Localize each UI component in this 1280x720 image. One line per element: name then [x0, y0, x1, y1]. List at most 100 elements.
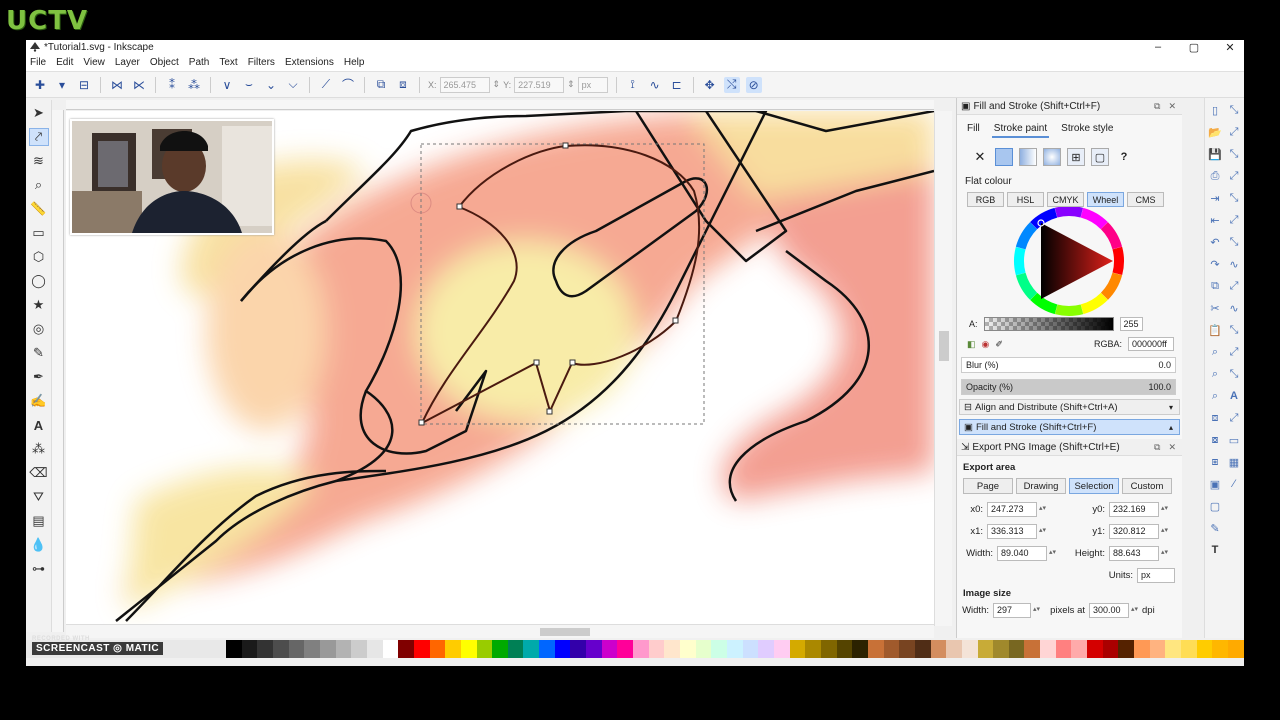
- menu-help[interactable]: Help: [344, 57, 365, 68]
- measure-tool-icon[interactable]: 📏: [29, 200, 49, 218]
- detach-icon[interactable]: ⧉: [1154, 101, 1160, 112]
- y-input[interactable]: 227.519: [514, 76, 565, 93]
- horizontal-scrollbar[interactable]: [66, 624, 934, 638]
- palette-swatch[interactable]: [413, 640, 430, 658]
- palette-swatch[interactable]: [319, 640, 336, 658]
- gradient-tool-icon[interactable]: ▤: [29, 512, 49, 530]
- show-outline-icon[interactable]: ∿: [647, 77, 663, 93]
- spin-icon[interactable]: ▴▾: [1033, 606, 1041, 613]
- detach-icon[interactable]: ⧉: [1154, 442, 1160, 453]
- connector-tool-icon[interactable]: ⊶: [29, 560, 49, 578]
- tweak-tool-icon[interactable]: ≋: [29, 152, 49, 170]
- ungroup-icon[interactable]: ▢: [1207, 498, 1223, 514]
- opacity-slider[interactable]: Opacity (%) 100.0: [961, 379, 1176, 395]
- palette-swatch[interactable]: [1055, 640, 1072, 658]
- insert-node-icon[interactable]: ✚: [32, 77, 48, 93]
- close-panel-icon[interactable]: ✕: [1168, 101, 1176, 112]
- mode-cmyk[interactable]: CMYK: [1047, 192, 1084, 207]
- snap-nodes-icon[interactable]: ⤡: [1226, 234, 1242, 250]
- mode-rgb[interactable]: RGB: [967, 192, 1004, 207]
- palette-swatch[interactable]: [899, 640, 915, 658]
- menu-view[interactable]: View: [83, 57, 105, 68]
- palette-swatch[interactable]: [1040, 640, 1056, 658]
- spin-icon[interactable]: ▴▾: [1161, 527, 1169, 534]
- group-icon[interactable]: ▣: [1207, 476, 1223, 492]
- palette-swatch[interactable]: [226, 640, 242, 658]
- mode-wheel[interactable]: Wheel: [1087, 192, 1124, 207]
- undo-icon[interactable]: ↶: [1207, 234, 1223, 250]
- zoom-page-icon[interactable]: ⌕: [1207, 388, 1223, 404]
- area-width-input[interactable]: 89.040: [997, 545, 1047, 561]
- copy-icon[interactable]: ⧉: [1207, 278, 1223, 294]
- palette-swatch[interactable]: [1212, 640, 1228, 658]
- symmetric-node-icon[interactable]: ⌄: [263, 77, 279, 93]
- unit-select[interactable]: px: [577, 76, 608, 93]
- snap-midpoint-icon[interactable]: ⤡: [1226, 190, 1242, 206]
- palette-swatch[interactable]: [695, 640, 712, 658]
- palette-swatch[interactable]: [570, 640, 587, 658]
- image-width-input[interactable]: 297: [993, 602, 1031, 618]
- swatch-icon[interactable]: ▢: [1091, 148, 1109, 166]
- join-nodes-icon[interactable]: ⋈: [109, 77, 125, 93]
- dropper-tool-icon[interactable]: 💧: [29, 536, 49, 554]
- palette-swatch[interactable]: [335, 640, 352, 658]
- linear-gradient-icon[interactable]: [1019, 148, 1037, 166]
- palette-swatch[interactable]: [914, 640, 931, 658]
- calligraphy-tool-icon[interactable]: ✍: [29, 392, 49, 410]
- export-drawing-button[interactable]: Drawing: [1016, 478, 1066, 494]
- palette-swatch[interactable]: [288, 640, 305, 658]
- zoom-tool-icon[interactable]: ⌕: [29, 176, 49, 194]
- object-to-path-icon[interactable]: ⧉: [373, 77, 389, 93]
- selector-tool-icon[interactable]: ➤: [29, 104, 49, 122]
- snap-line-mid-icon[interactable]: ⤢: [1226, 344, 1242, 360]
- palette-swatch[interactable]: [648, 640, 665, 658]
- break-path-icon[interactable]: ⋉: [131, 77, 147, 93]
- color-wheel[interactable]: [957, 206, 1183, 317]
- snap-edges-icon[interactable]: ⤡: [1226, 146, 1242, 162]
- snap-text-icon[interactable]: A: [1226, 388, 1242, 404]
- vertical-scrollbar[interactable]: [934, 111, 952, 626]
- close-panel-icon[interactable]: ✕: [1168, 442, 1176, 453]
- unlink-clone-icon[interactable]: ⧆: [1207, 454, 1223, 470]
- menu-file[interactable]: File: [30, 57, 46, 68]
- open-icon[interactable]: 📂: [1207, 124, 1223, 140]
- caret-up-icon[interactable]: ▴: [1169, 423, 1173, 432]
- palette-swatch[interactable]: [429, 640, 446, 658]
- ellipse-tool-icon[interactable]: ◯: [29, 272, 49, 290]
- palette-swatch[interactable]: [930, 640, 947, 658]
- pen-tool-icon[interactable]: ✒: [29, 368, 49, 386]
- palette-swatch[interactable]: [961, 640, 978, 658]
- spray-tool-icon[interactable]: ⁂: [29, 440, 49, 458]
- snap-bbox-icon[interactable]: ⤢: [1226, 124, 1242, 140]
- snap-corners-icon[interactable]: ⤢: [1226, 168, 1242, 184]
- snap-cusp-icon[interactable]: ∿: [1226, 300, 1242, 316]
- palette-swatch[interactable]: [680, 640, 696, 658]
- palette-swatch[interactable]: [1196, 640, 1213, 658]
- segment-line-icon[interactable]: ⟋: [318, 77, 334, 93]
- save-icon[interactable]: 💾: [1207, 146, 1223, 162]
- palette-swatch[interactable]: [523, 640, 540, 658]
- palette-swatch[interactable]: [773, 640, 790, 658]
- close-button[interactable]: ✕: [1222, 41, 1238, 54]
- text-font-icon[interactable]: T: [1207, 542, 1223, 558]
- palette-swatch[interactable]: [507, 640, 524, 658]
- alpha-input[interactable]: 255: [1119, 317, 1143, 331]
- spin-icon[interactable]: ▴▾: [1131, 606, 1139, 613]
- flat-color-icon[interactable]: [995, 148, 1013, 166]
- spin-icon[interactable]: ▴▾: [1039, 527, 1047, 534]
- x0-input[interactable]: 247.273: [987, 501, 1037, 517]
- palette-swatch[interactable]: [257, 640, 273, 658]
- palette-swatch[interactable]: [366, 640, 383, 658]
- color-wheel-graphic[interactable]: [957, 206, 1183, 317]
- menu-text[interactable]: Text: [219, 57, 237, 68]
- spin-icon[interactable]: ▴▾: [1161, 505, 1169, 512]
- zoom-selection-icon[interactable]: ⌕: [1207, 344, 1223, 360]
- x-input[interactable]: 265.475: [439, 76, 490, 93]
- rgba-input[interactable]: 000000ff: [1128, 337, 1174, 351]
- palette-swatch[interactable]: [1087, 640, 1103, 658]
- palette-swatch[interactable]: [883, 640, 900, 658]
- smooth-node-icon[interactable]: ⌣: [241, 77, 257, 93]
- auto-smooth-icon[interactable]: ⌵: [285, 77, 301, 93]
- new-document-icon[interactable]: ▯: [1207, 102, 1223, 118]
- blur-value[interactable]: 0.0: [1158, 360, 1171, 370]
